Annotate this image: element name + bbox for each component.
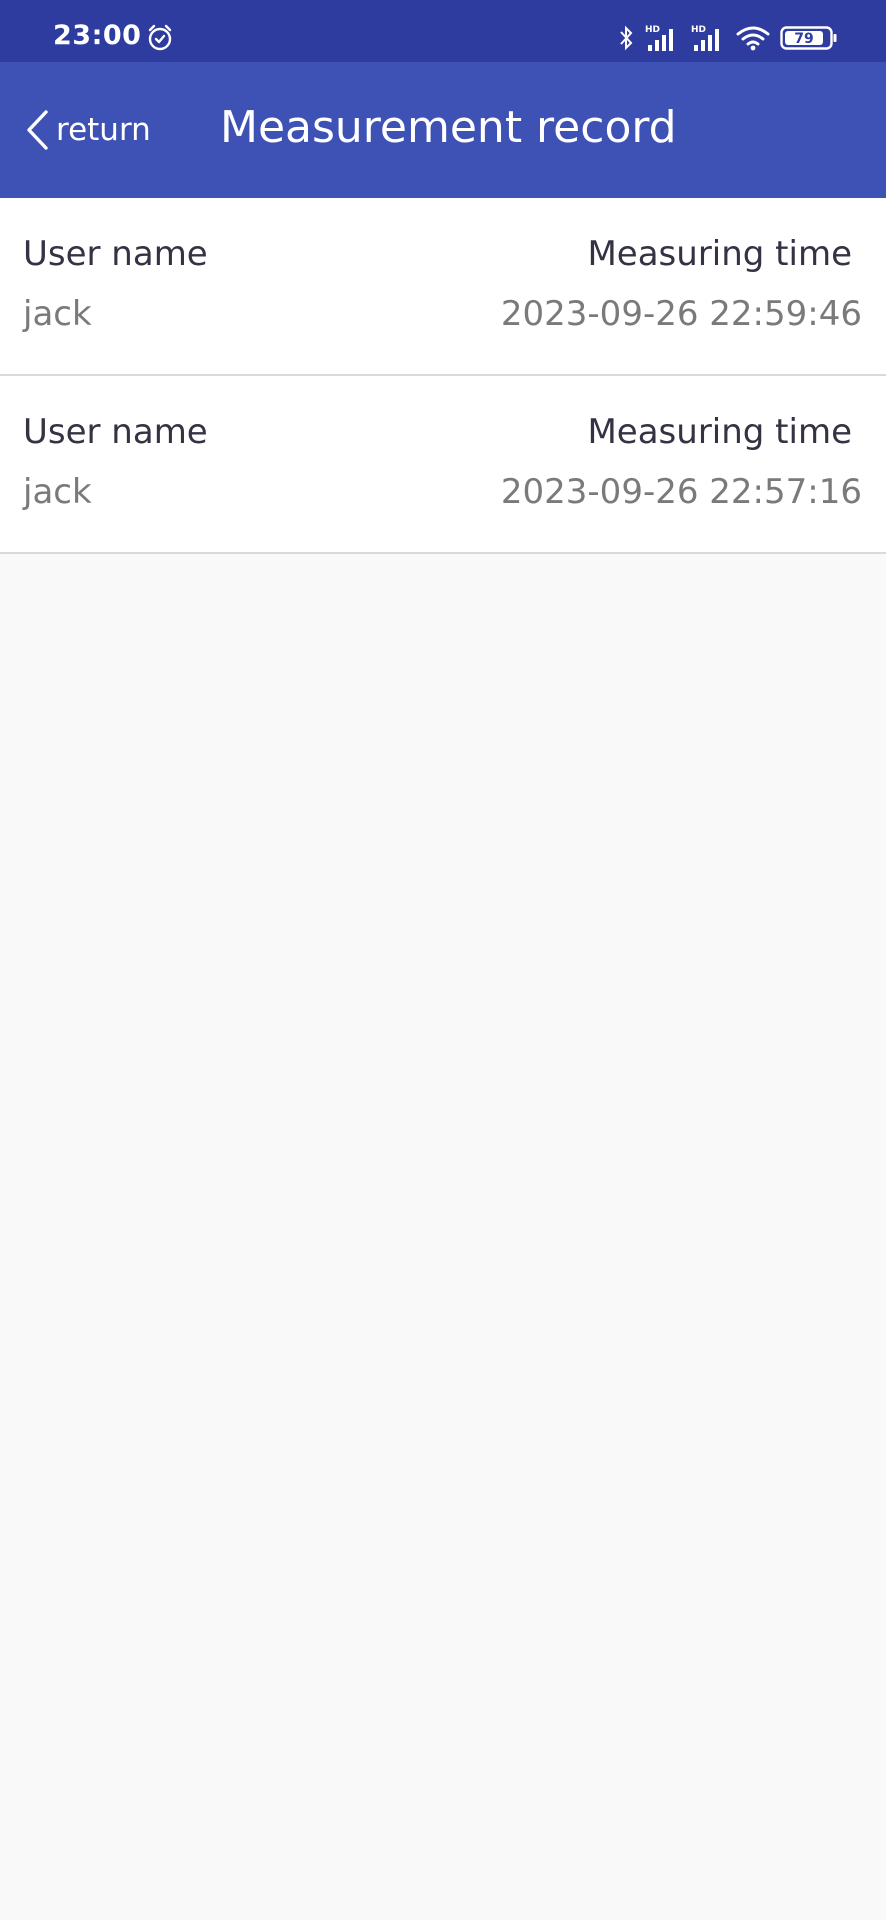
- svg-text:HD: HD: [645, 25, 660, 35]
- bluetooth-icon: [618, 24, 634, 52]
- hd-signal-icon: HD: [644, 23, 680, 53]
- back-button[interactable]: return: [24, 102, 151, 158]
- status-bar: 23:00 HD HD 79: [0, 0, 886, 62]
- hd-signal-icon: HD: [690, 23, 726, 53]
- page-title: Measurement record: [220, 102, 677, 153]
- measuring-time-value: 2023-09-26 22:59:46: [500, 294, 862, 334]
- battery-level: 79: [794, 31, 813, 47]
- record-list: User name Measuring time jack 2023-09-26…: [0, 198, 886, 554]
- measuring-time-value: 2023-09-26 22:57:16: [500, 472, 862, 512]
- back-label: return: [56, 112, 151, 148]
- status-time: 23:00: [53, 20, 142, 51]
- user-name-value: jack: [23, 294, 92, 334]
- wifi-icon: [736, 25, 770, 51]
- chevron-left-icon: [24, 108, 50, 152]
- battery-icon: 79: [780, 25, 838, 51]
- svg-text:HD: HD: [691, 25, 706, 35]
- measuring-time-label: Measuring time: [587, 412, 852, 452]
- measuring-time-label: Measuring time: [587, 234, 852, 274]
- app-header: return Measurement record: [0, 62, 886, 198]
- status-icons: HD HD 79: [618, 22, 838, 54]
- user-name-label: User name: [23, 412, 208, 452]
- user-name-label: User name: [23, 234, 208, 274]
- list-item[interactable]: User name Measuring time jack 2023-09-26…: [0, 198, 886, 376]
- list-item[interactable]: User name Measuring time jack 2023-09-26…: [0, 376, 886, 554]
- user-name-value: jack: [23, 472, 92, 512]
- alarm-icon: [146, 24, 174, 52]
